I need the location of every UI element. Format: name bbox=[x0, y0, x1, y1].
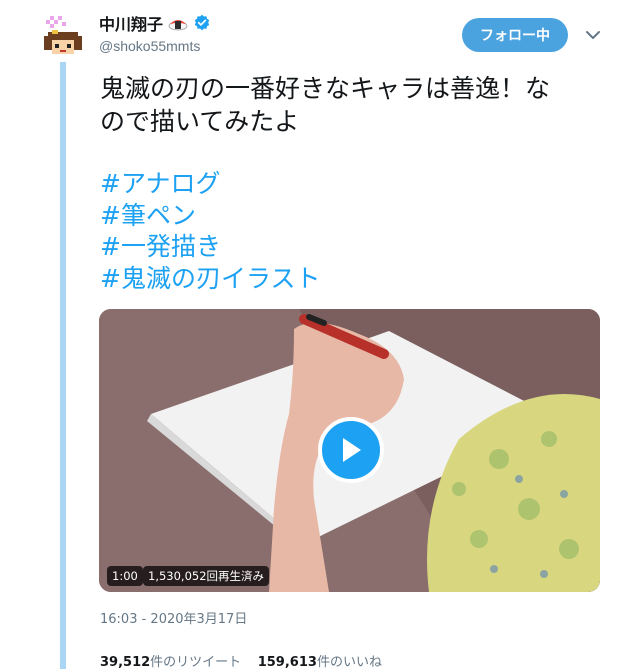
retweet-count-label: 件のリツイート bbox=[150, 655, 242, 670]
chevron-down-icon[interactable] bbox=[584, 26, 602, 44]
hashtag-list: #アナログ #筆ペン #一発描き #鬼滅の刃イラスト bbox=[100, 168, 320, 294]
like-count-label: 件のいいね bbox=[316, 655, 382, 670]
video-duration: 1:00 bbox=[107, 566, 143, 586]
verified-badge-icon bbox=[194, 14, 210, 31]
hashtag-link[interactable]: #筆ペン bbox=[100, 200, 320, 232]
video-player[interactable]: 1:00 1,530,052回再生済み bbox=[99, 309, 600, 592]
retweet-count-number: 39,512 bbox=[100, 655, 151, 670]
author-handle[interactable]: @shoko55mmts bbox=[99, 38, 200, 54]
author-display-name[interactable]: 中川翔子 bbox=[99, 11, 211, 35]
following-button[interactable]: フォロー中 bbox=[462, 18, 568, 52]
thread-line bbox=[60, 62, 66, 669]
tweet-timestamp[interactable]: 16:03 - 2020年3月17日 bbox=[100, 608, 247, 627]
sparkle-decoration bbox=[46, 16, 66, 28]
tweet-text: 鬼滅の刃の一番好きなキャラは善逸！な ので描いてみたよ bbox=[100, 72, 610, 138]
like-count[interactable]: 159,613件のいいね bbox=[258, 655, 382, 670]
author-name-text: 中川翔子 bbox=[99, 15, 164, 34]
hashtag-link[interactable]: #鬼滅の刃イラスト bbox=[100, 263, 320, 295]
tweet-stats: 39,512件のリツイート 159,613件のいいね bbox=[100, 651, 382, 670]
play-icon bbox=[343, 438, 361, 462]
retweet-count[interactable]: 39,512件のリツイート bbox=[100, 655, 241, 670]
video-view-count: 1,530,052回再生済み bbox=[143, 566, 270, 586]
hashtag-link[interactable]: #一発描き bbox=[100, 231, 320, 263]
avatar[interactable] bbox=[40, 14, 86, 58]
tweet-text-line: ので描いてみたよ bbox=[100, 107, 300, 136]
sushi-icon bbox=[168, 20, 188, 31]
tweet-text-line: 鬼滅の刃の一番好きなキャラは善逸！な bbox=[100, 74, 551, 103]
play-button[interactable] bbox=[318, 417, 384, 483]
hashtag-link[interactable]: #アナログ bbox=[100, 168, 320, 200]
like-count-number: 159,613 bbox=[257, 655, 317, 670]
